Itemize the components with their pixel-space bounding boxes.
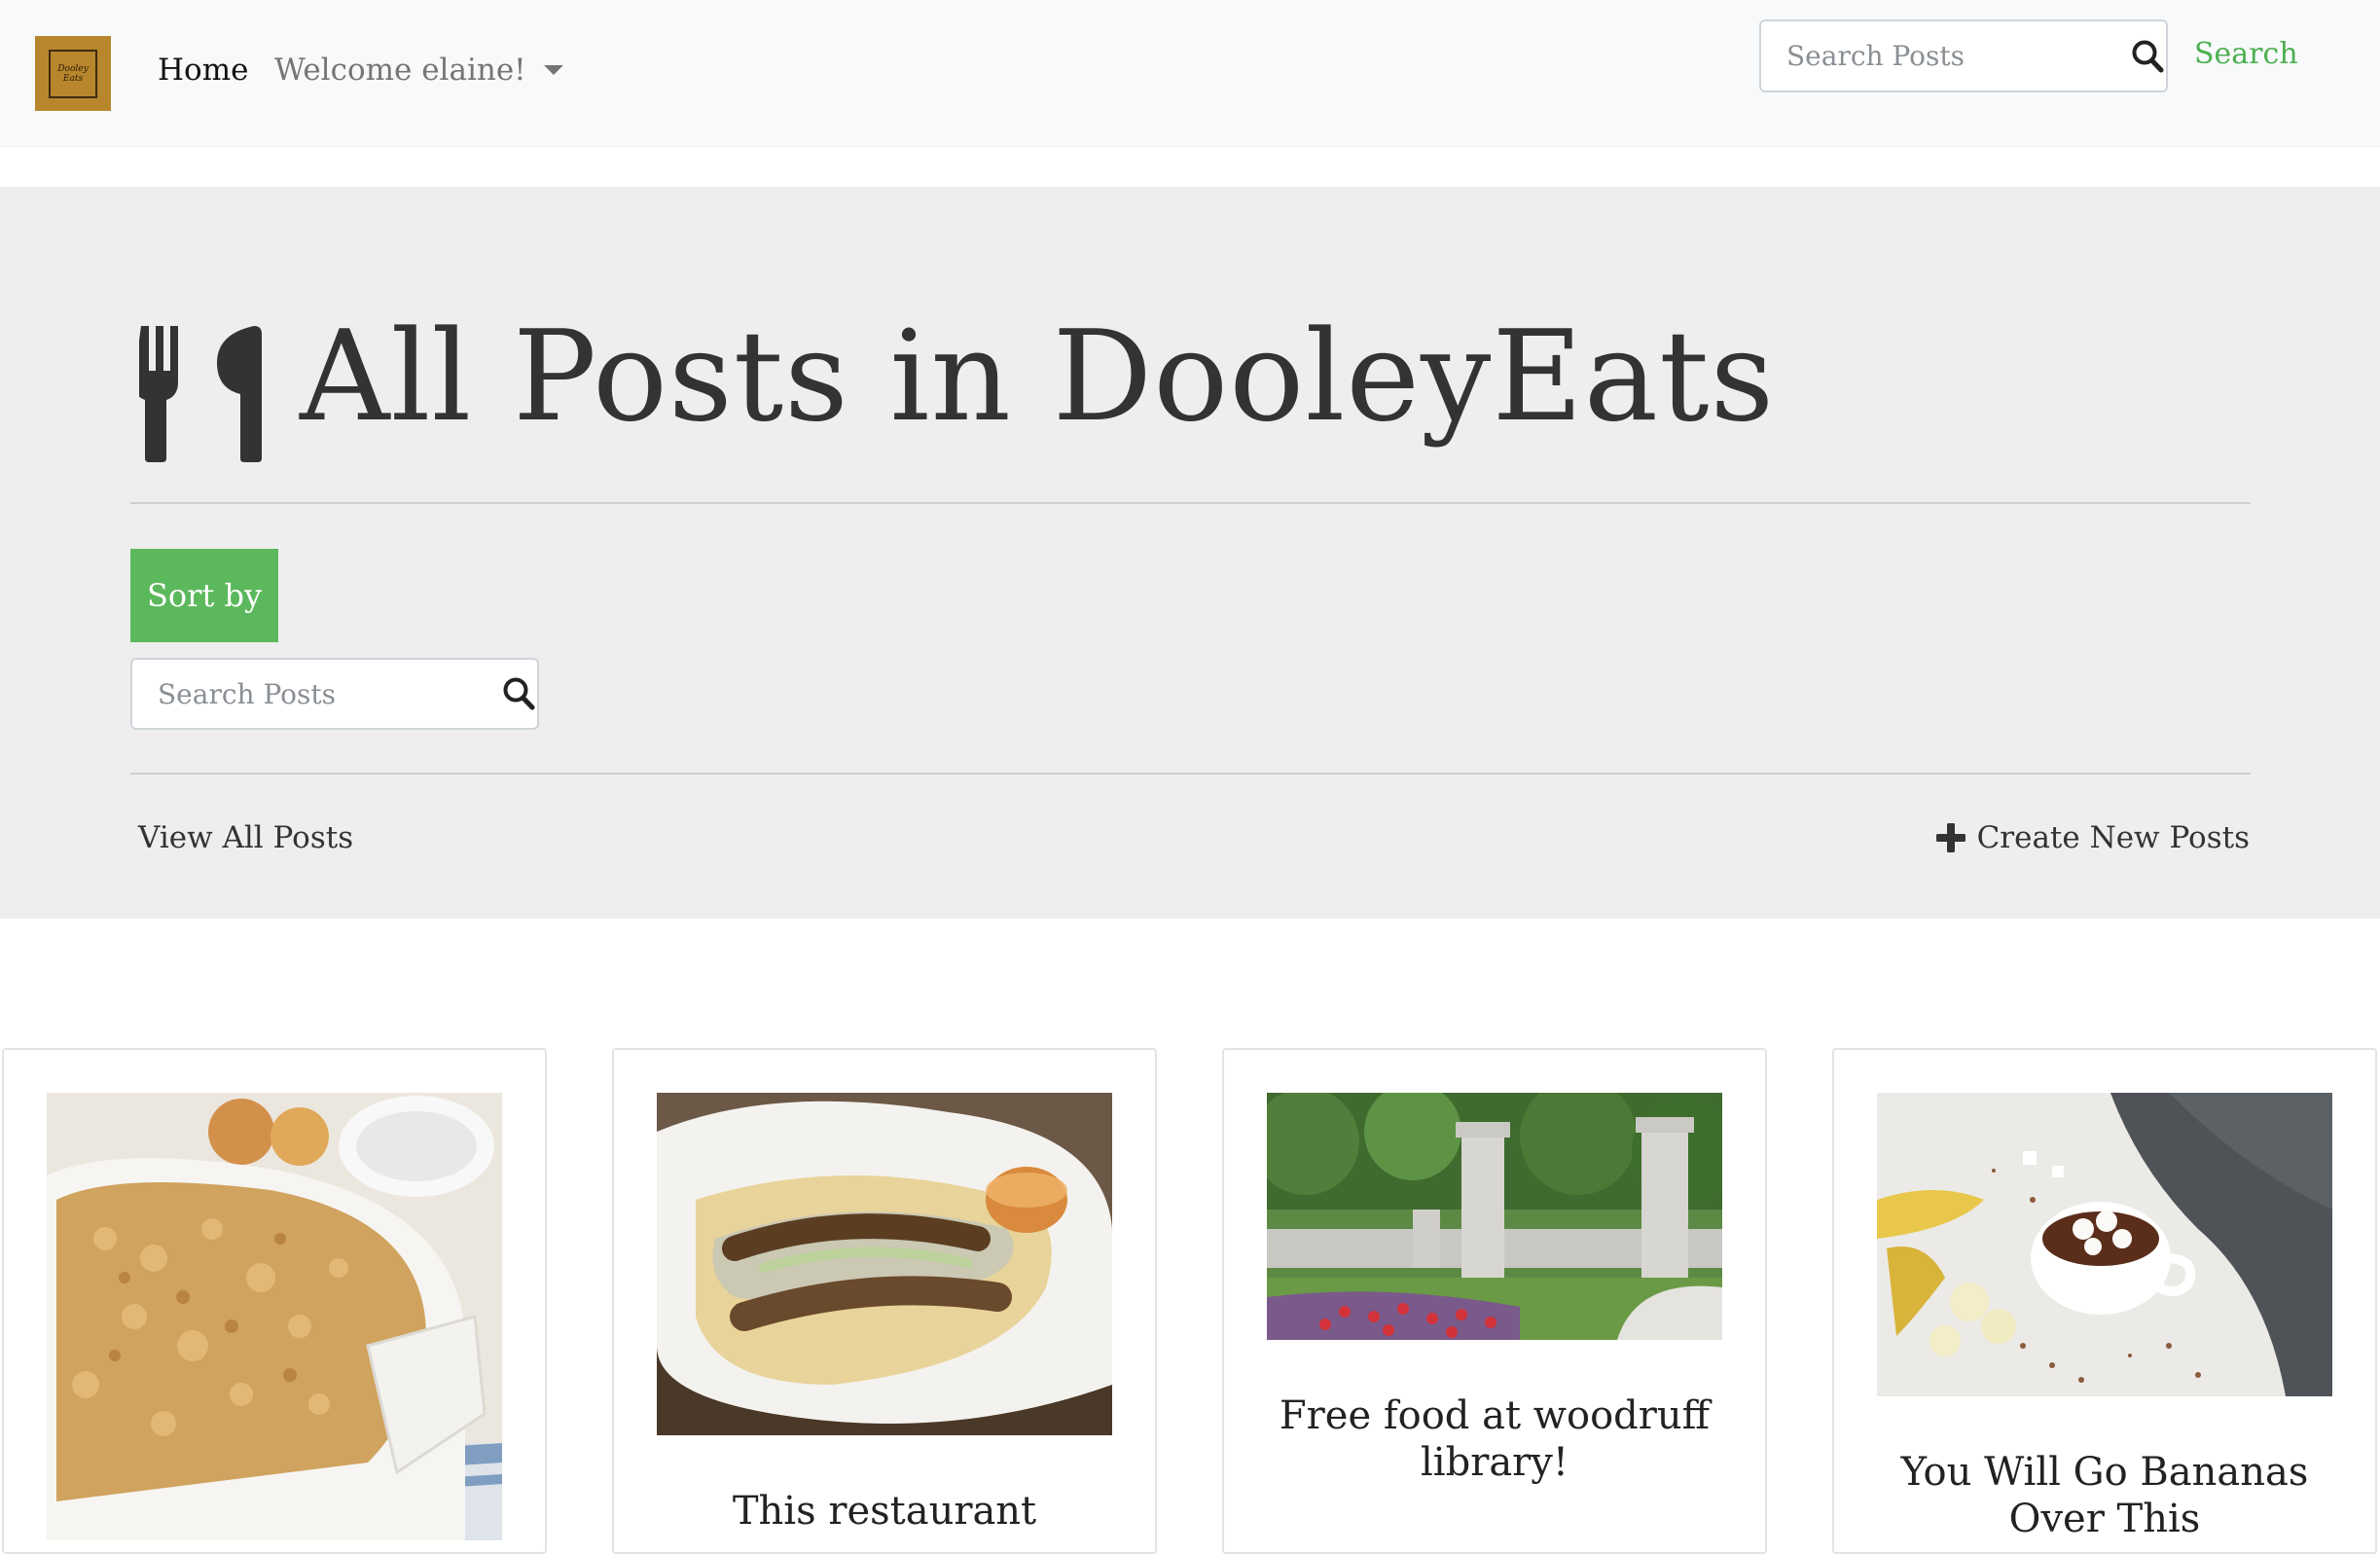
post-card[interactable]: Free food at woodruff library! (1222, 1048, 1767, 1554)
logo-text: Dooley Eats (49, 49, 97, 98)
divider-bottom (130, 773, 2251, 775)
create-new-posts-label: Create New Posts (1976, 820, 2250, 855)
user-dropdown[interactable]: Welcome elaine! (274, 49, 563, 91)
navbar-search-input[interactable] (1761, 40, 2131, 72)
site-logo[interactable]: Dooley Eats (35, 36, 111, 111)
post-title[interactable]: You Will Go Bananas Over This (1834, 1449, 2375, 1542)
post-image-apple-crumble[interactable] (47, 1093, 502, 1540)
utensils-icon (139, 326, 262, 462)
divider-top (130, 502, 2251, 504)
post-title[interactable]: Free food at woodruff library! (1224, 1392, 1765, 1486)
caret-down-icon (543, 65, 563, 75)
post-image-hot-chocolate[interactable] (1877, 1093, 2332, 1396)
view-all-posts-link[interactable]: View All Posts (138, 817, 353, 858)
post-image-campus-gate[interactable] (1267, 1093, 1722, 1340)
nav-home-link[interactable]: Home (158, 49, 248, 91)
post-card[interactable] (2, 1048, 547, 1554)
posts-search-box (130, 658, 539, 730)
search-icon[interactable] (502, 676, 535, 711)
navbar: Dooley Eats Home Welcome elaine! Search (0, 0, 2380, 147)
user-dropdown-label: Welcome elaine! (274, 53, 526, 88)
post-card[interactable]: This restaurant (612, 1048, 1157, 1554)
post-image-spring-rolls[interactable] (657, 1093, 1112, 1435)
navbar-search-box (1759, 19, 2168, 92)
post-card[interactable]: You Will Go Bananas Over This (1832, 1048, 2377, 1554)
navbar-search-button[interactable]: Search (2194, 35, 2298, 74)
plus-icon (1935, 823, 1965, 852)
search-icon[interactable] (2131, 39, 2164, 74)
page-title: All Posts in DooleyEats (300, 305, 1776, 450)
posts-search-input[interactable] (132, 677, 502, 710)
post-title[interactable]: This restaurant (614, 1488, 1155, 1535)
create-new-posts-link[interactable]: Create New Posts (1935, 817, 2250, 858)
sort-by-button[interactable]: Sort by (130, 549, 278, 642)
